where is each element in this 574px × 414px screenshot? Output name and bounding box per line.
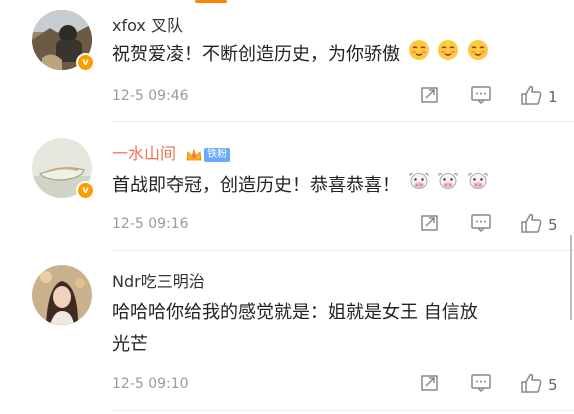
tab-indicator	[195, 0, 227, 3]
like-count: 5	[548, 216, 558, 234]
like-button[interactable]: 1	[520, 84, 558, 110]
thumbs-up-icon	[520, 372, 542, 398]
repost-icon	[420, 85, 440, 109]
like-button[interactable]: 5	[520, 212, 558, 238]
thumbs-up-icon	[520, 84, 542, 110]
comment-button[interactable]	[470, 214, 492, 236]
comment-button[interactable]	[470, 374, 492, 396]
divider	[112, 121, 574, 122]
repost-button[interactable]	[420, 214, 440, 236]
avatar[interactable]	[32, 265, 92, 325]
comment-icon	[470, 85, 492, 109]
verified-badge-icon: v	[76, 53, 95, 72]
fan-badge-label: 铁粉	[204, 147, 231, 162]
comment-text-content: 祝贺爱凌！不断创造历史，为你骄傲	[112, 44, 400, 65]
repost-button[interactable]	[420, 86, 440, 108]
fan-badge: 铁粉	[185, 147, 231, 163]
comment-username-row: 一水山间 铁粉	[112, 140, 231, 164]
cow-icon	[408, 170, 430, 202]
comment-icon	[470, 373, 492, 397]
repost-icon	[420, 373, 440, 397]
blush-icon	[408, 39, 430, 71]
comment-text: 祝贺爱凌！不断创造历史，为你骄傲	[112, 39, 489, 71]
comment-username[interactable]: 一水山间	[112, 144, 176, 163]
repost-icon	[420, 213, 440, 237]
scrollbar[interactable]	[570, 235, 572, 320]
like-button[interactable]: 5	[520, 372, 558, 398]
repost-button[interactable]	[420, 374, 440, 396]
like-count: 1	[548, 88, 558, 106]
comment-text-content: 首战即夺冠，创造历史！恭喜恭喜！	[112, 175, 400, 196]
verified-badge-icon: v	[76, 181, 95, 200]
fan-crown-icon	[186, 148, 202, 160]
comment-text: 首战即夺冠，创造历史！恭喜恭喜！	[112, 170, 489, 202]
comment-username[interactable]: xfox 叉队	[112, 12, 183, 36]
cow-icon	[467, 170, 489, 202]
comment-username[interactable]: Ndr吃三明治	[112, 268, 205, 292]
thumbs-up-icon	[520, 212, 542, 238]
comment-text-line1: 哈哈哈你给我的感觉就是：姐就是女王 自信放	[112, 302, 478, 323]
divider	[112, 250, 574, 251]
comment-button[interactable]	[470, 86, 492, 108]
blush-icon	[437, 39, 459, 71]
comment-icon	[470, 213, 492, 237]
comment-text-line2: 光芒	[112, 334, 148, 355]
blush-icon	[467, 39, 489, 71]
divider	[112, 410, 574, 411]
like-count: 5	[548, 376, 558, 394]
cow-icon	[437, 170, 459, 202]
